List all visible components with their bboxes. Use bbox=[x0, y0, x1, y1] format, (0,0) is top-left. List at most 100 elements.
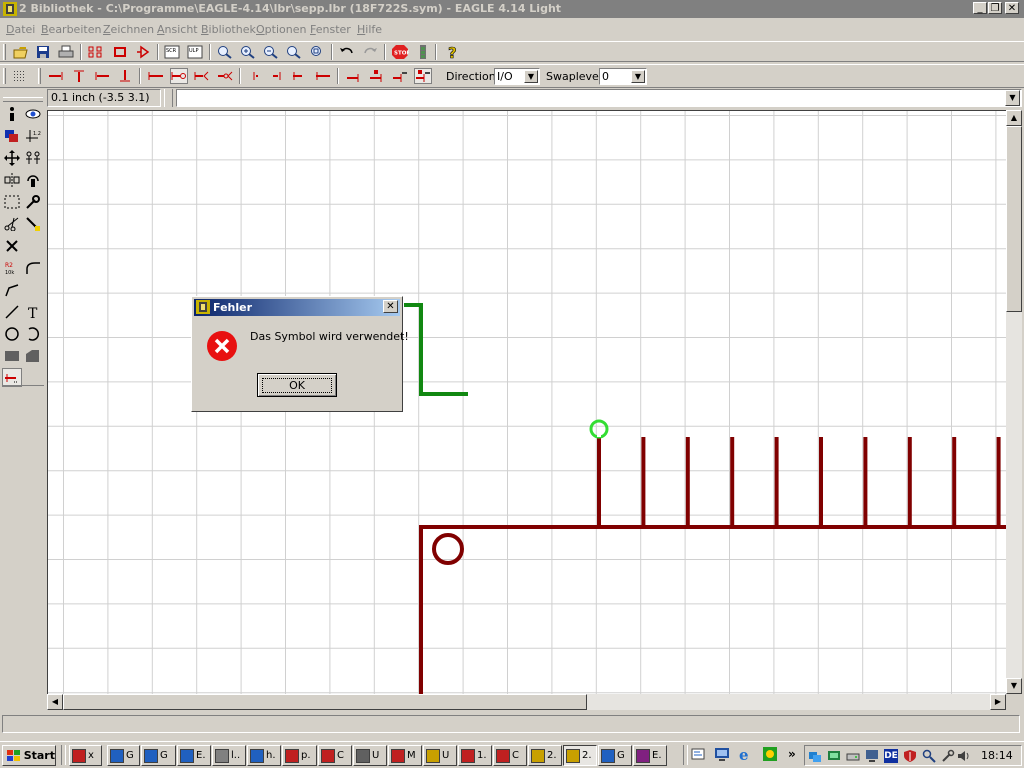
menu-bibliothek[interactable]: Bibliothek bbox=[201, 23, 256, 36]
dialog-close-button[interactable]: ✕ bbox=[383, 300, 398, 313]
stop-icon[interactable]: STOP bbox=[391, 44, 409, 60]
taskbar-button[interactable]: 2. bbox=[528, 745, 562, 766]
info-icon[interactable] bbox=[2, 104, 22, 123]
minimize-button[interactable]: _ bbox=[973, 2, 987, 14]
taskbar-button[interactable]: C bbox=[318, 745, 352, 766]
scroll-right-icon[interactable]: ▶ bbox=[990, 694, 1006, 710]
taskbar-button[interactable]: h. bbox=[247, 745, 281, 766]
taskbar-button[interactable]: l.. bbox=[212, 745, 246, 766]
rectangle-icon[interactable] bbox=[2, 346, 22, 365]
zoom-out-icon[interactable] bbox=[262, 44, 280, 60]
start-button[interactable]: Start bbox=[2, 745, 56, 766]
redraw-icon[interactable] bbox=[285, 44, 303, 60]
paste-icon[interactable] bbox=[23, 214, 43, 233]
show-eye-icon[interactable] bbox=[23, 104, 43, 123]
go-icon[interactable] bbox=[414, 44, 432, 60]
tray-wrench-icon[interactable] bbox=[941, 749, 955, 763]
script-icon[interactable]: SCR bbox=[163, 44, 181, 60]
print-icon[interactable] bbox=[57, 44, 75, 60]
swaplevel-select[interactable]: 0 ▼ bbox=[599, 68, 647, 85]
eagle-app-icon[interactable] bbox=[3, 2, 17, 16]
taskbar-button[interactable]: p. bbox=[282, 745, 317, 766]
menu-bearbeiten[interactable]: Bearbeiten bbox=[41, 23, 101, 36]
pin-visible-pad-icon[interactable] bbox=[368, 68, 386, 84]
symbol-icon[interactable] bbox=[134, 44, 152, 60]
scroll-up-icon[interactable]: ▲ bbox=[1006, 110, 1022, 126]
miter-icon[interactable] bbox=[23, 258, 43, 277]
internet-explorer-icon[interactable]: e bbox=[738, 746, 756, 764]
ulp-icon[interactable]: ULP bbox=[186, 44, 204, 60]
taskbar-button[interactable]: x bbox=[69, 745, 102, 766]
pin-function-dotclk-icon[interactable] bbox=[216, 68, 234, 84]
menu-fenster[interactable]: Fenster bbox=[310, 23, 351, 36]
show-desktop-icon[interactable] bbox=[690, 746, 708, 764]
direction-dropdown-icon[interactable]: ▼ bbox=[524, 70, 538, 83]
pin-function-clk-icon[interactable] bbox=[193, 68, 211, 84]
grid-icon[interactable] bbox=[11, 68, 29, 84]
tray-network-icon[interactable] bbox=[808, 749, 822, 763]
tray-shield-icon[interactable] bbox=[903, 749, 917, 763]
cut-scissors-icon[interactable] bbox=[2, 214, 22, 233]
scroll-left-icon[interactable]: ◀ bbox=[47, 694, 63, 710]
mirror-icon[interactable] bbox=[2, 170, 22, 189]
pin-function-dot-icon[interactable] bbox=[170, 68, 188, 84]
taskbar-button[interactable]: G bbox=[141, 745, 176, 766]
pin-length-short-icon[interactable] bbox=[268, 68, 286, 84]
copy-icon[interactable] bbox=[23, 148, 43, 167]
pin-length-middle-icon[interactable] bbox=[291, 68, 309, 84]
zoom-select-icon[interactable] bbox=[308, 44, 326, 60]
pin-visible-off-icon[interactable] bbox=[345, 68, 363, 84]
taskbar-button[interactable]: U bbox=[423, 745, 457, 766]
pin-orient-r270-icon[interactable] bbox=[116, 68, 134, 84]
direction-select[interactable]: I/O ▼ bbox=[494, 68, 540, 85]
taskbar-button[interactable]: U bbox=[353, 745, 387, 766]
change-wrench-icon[interactable] bbox=[23, 192, 43, 211]
polygon-icon[interactable] bbox=[23, 346, 43, 365]
quicklaunch-app-icon[interactable] bbox=[762, 746, 780, 764]
horizontal-scrollbar[interactable]: ◀ ▶ bbox=[47, 694, 1006, 710]
ok-button[interactable]: OK bbox=[257, 373, 337, 397]
tray-pc-icon[interactable] bbox=[865, 749, 879, 763]
mark-icon[interactable]: 1.2 bbox=[23, 126, 43, 145]
taskbar-button[interactable]: 2. bbox=[563, 745, 597, 766]
menu-hilfe[interactable]: Hilfe bbox=[357, 23, 382, 36]
vertical-scrollbar[interactable]: ▲ ▼ bbox=[1006, 110, 1022, 694]
pin-length-point-icon[interactable] bbox=[246, 68, 264, 84]
rotate-icon[interactable] bbox=[23, 170, 43, 189]
tray-search-icon[interactable] bbox=[922, 749, 936, 763]
taskbar-button[interactable]: E. bbox=[177, 745, 211, 766]
menu-zeichnen[interactable]: Zeichnen bbox=[103, 23, 154, 36]
tray-monitor-icon[interactable] bbox=[827, 749, 841, 763]
delete-icon[interactable] bbox=[2, 236, 22, 255]
pin-orient-r180-icon[interactable] bbox=[93, 68, 111, 84]
taskbar-button[interactable]: C bbox=[493, 745, 527, 766]
command-history-dropdown-icon[interactable]: ▼ bbox=[1005, 90, 1020, 106]
tray-speaker-icon[interactable] bbox=[957, 749, 971, 763]
package-icon[interactable] bbox=[111, 44, 129, 60]
taskbar-button[interactable]: G bbox=[107, 745, 140, 766]
restore-button[interactable]: ❐ bbox=[988, 2, 1002, 14]
tray-drive-icon[interactable] bbox=[846, 749, 860, 763]
undo-icon[interactable] bbox=[338, 44, 356, 60]
menu-optionen[interactable]: Optionen bbox=[256, 23, 306, 36]
tray-language-indicator[interactable]: DE bbox=[884, 749, 898, 763]
zoom-in-icon[interactable] bbox=[239, 44, 257, 60]
split-icon[interactable] bbox=[2, 280, 22, 299]
group-icon[interactable] bbox=[2, 192, 22, 211]
quicklaunch-chevron[interactable]: » bbox=[788, 747, 796, 761]
move-icon[interactable] bbox=[2, 148, 22, 167]
pin-orient-r0-icon[interactable] bbox=[47, 68, 65, 84]
board-icon[interactable] bbox=[86, 44, 104, 60]
redo-icon[interactable] bbox=[361, 44, 379, 60]
explorer-icon[interactable] bbox=[714, 746, 732, 764]
scroll-down-icon[interactable]: ▼ bbox=[1006, 678, 1022, 694]
taskbar-button[interactable]: G bbox=[598, 745, 632, 766]
pin-function-none-icon[interactable] bbox=[147, 68, 165, 84]
pin-visible-pin-icon[interactable] bbox=[391, 68, 409, 84]
swaplevel-dropdown-icon[interactable]: ▼ bbox=[631, 70, 645, 83]
arc-icon[interactable] bbox=[23, 324, 43, 343]
pin-visible-both-icon[interactable] bbox=[414, 68, 432, 84]
display-layers-icon[interactable] bbox=[2, 126, 22, 145]
horizontal-scroll-thumb[interactable] bbox=[63, 694, 587, 710]
wire-line-icon[interactable] bbox=[2, 302, 22, 321]
